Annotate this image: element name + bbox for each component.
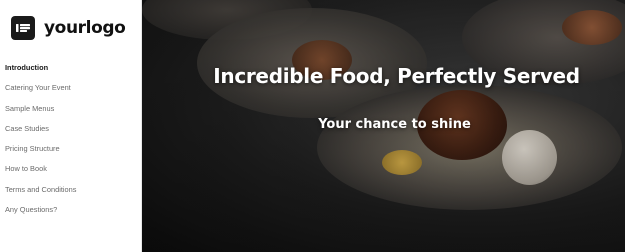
logo-text: yourlogo bbox=[44, 18, 126, 38]
logo-mark-icon bbox=[11, 16, 35, 40]
logo[interactable]: yourlogo bbox=[11, 16, 126, 40]
hero-banner: Incredible Food, Perfectly Served Your c… bbox=[142, 0, 625, 252]
nav-item-any-questions[interactable]: Any Questions? bbox=[5, 200, 76, 220]
nav-item-pricing-structure[interactable]: Pricing Structure bbox=[5, 139, 76, 159]
hero-title: Incredible Food, Perfectly Served bbox=[213, 64, 580, 88]
nav-item-catering-your-event[interactable]: Catering Your Event bbox=[5, 78, 76, 98]
sidebar: yourlogo Introduction Catering Your Even… bbox=[0, 0, 142, 252]
nav-item-sample-menus[interactable]: Sample Menus bbox=[5, 99, 76, 119]
sidebar-nav: Introduction Catering Your Event Sample … bbox=[5, 58, 76, 220]
nav-item-introduction[interactable]: Introduction bbox=[5, 58, 76, 78]
nav-item-terms-and-conditions[interactable]: Terms and Conditions bbox=[5, 180, 76, 200]
hero-subtitle: Your chance to shine bbox=[318, 117, 471, 132]
nav-item-how-to-book[interactable]: How to Book bbox=[5, 159, 76, 179]
nav-item-case-studies[interactable]: Case Studies bbox=[5, 119, 76, 139]
